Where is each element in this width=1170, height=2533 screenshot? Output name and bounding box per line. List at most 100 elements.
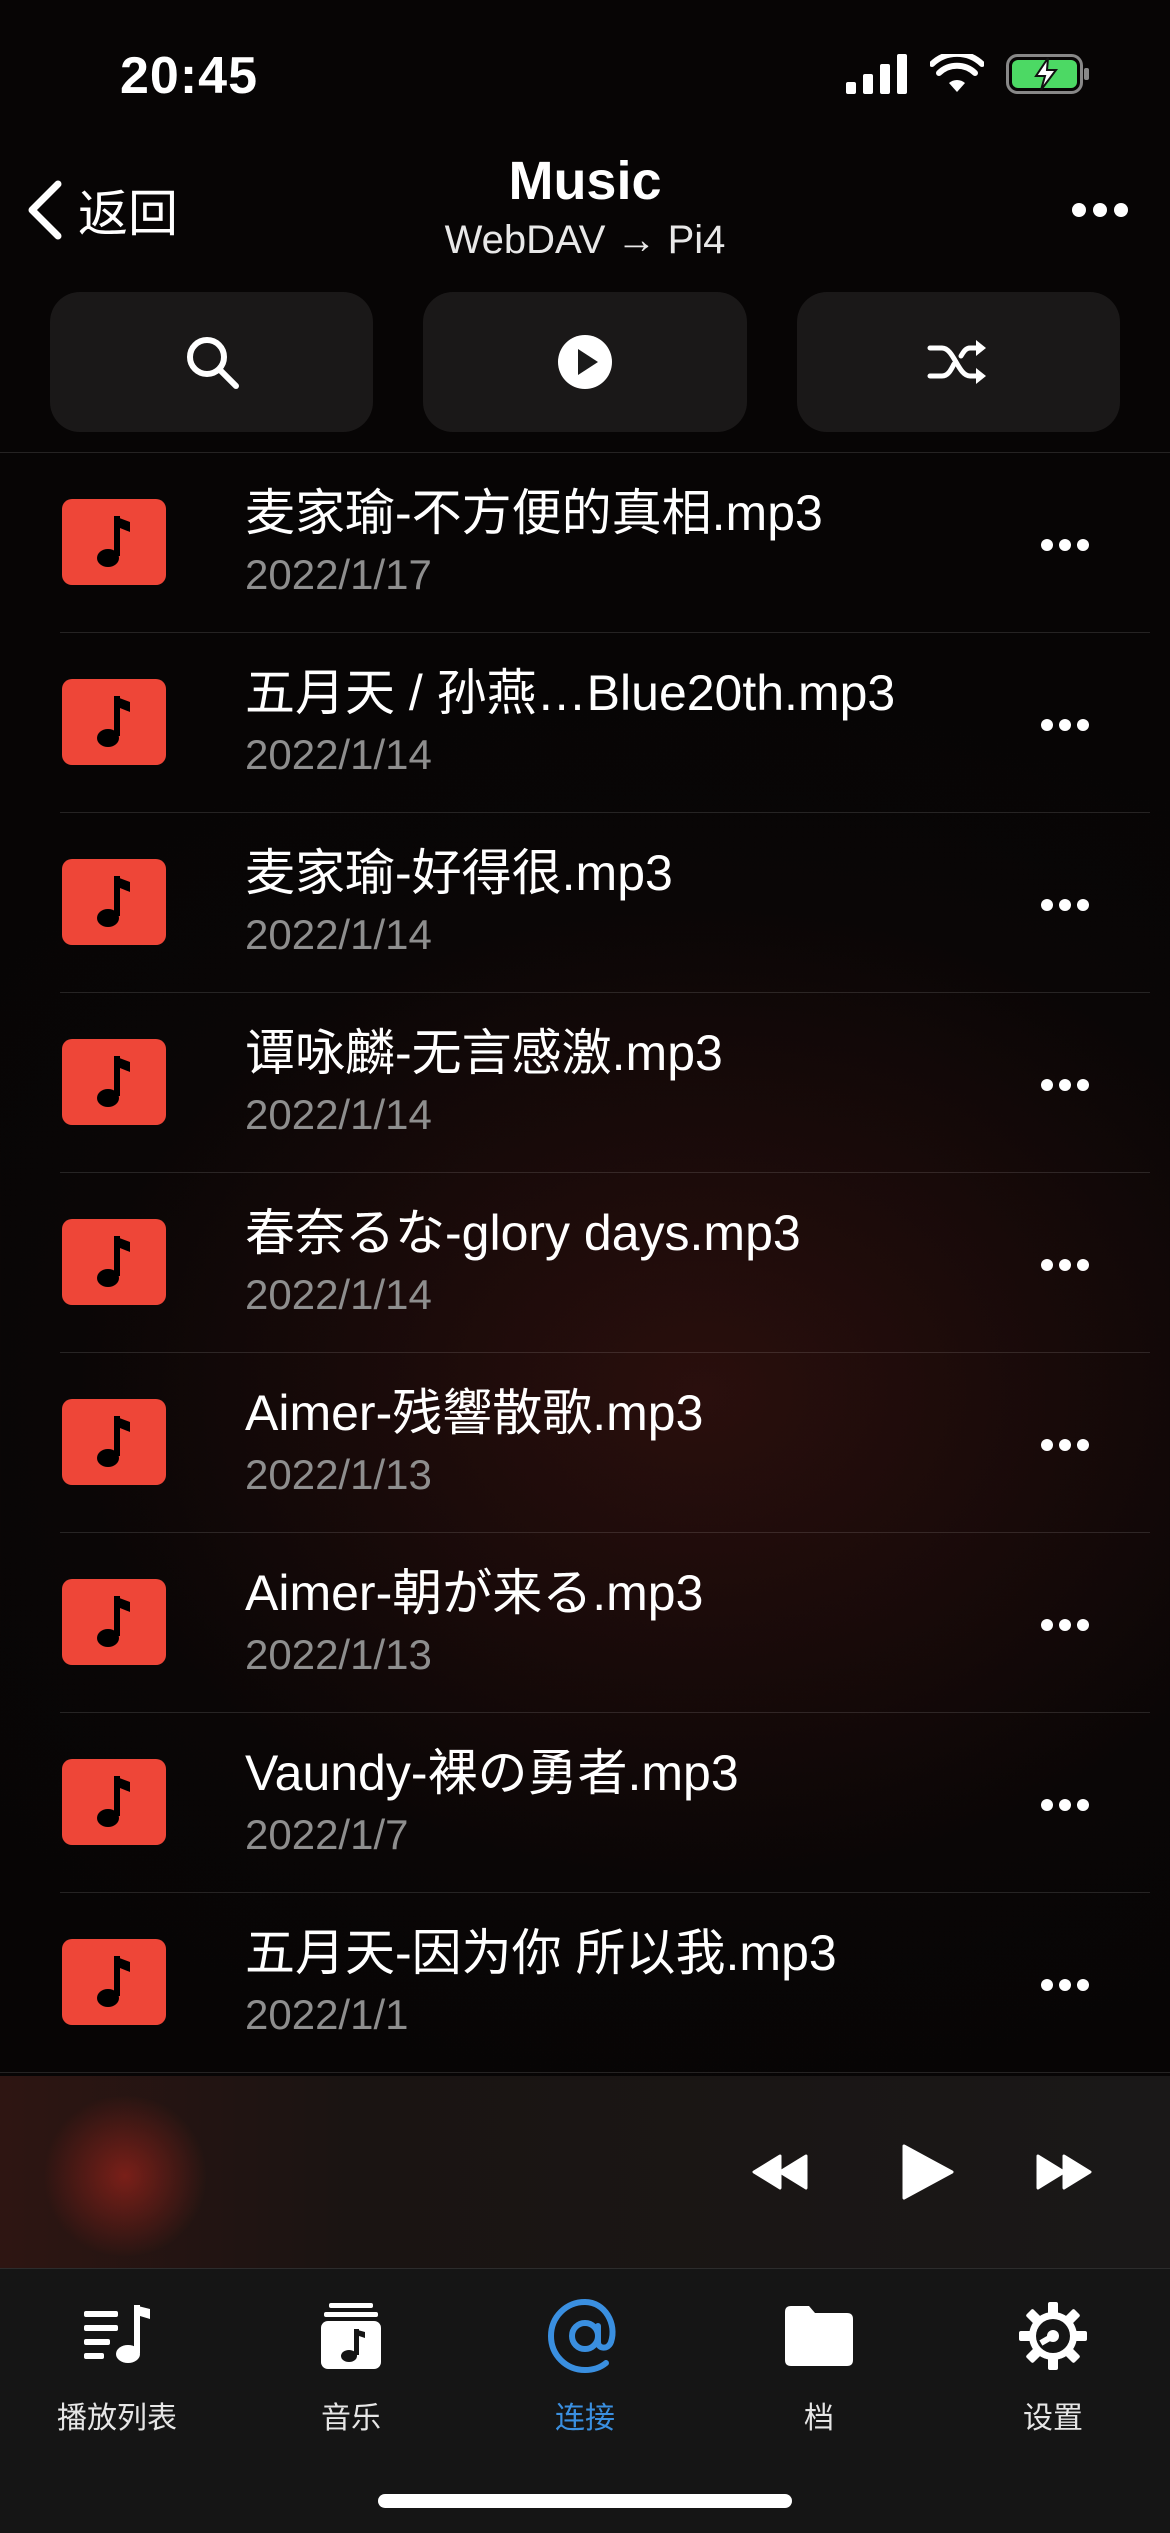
ellipsis-icon — [1041, 1439, 1089, 1451]
music-note-icon — [97, 876, 130, 927]
previous-track-button[interactable] — [752, 2142, 810, 2207]
tab-label: 音乐 — [321, 2402, 381, 2435]
status-icons — [846, 54, 1090, 94]
song-title: 麦家瑜-好得很.mp3 — [245, 845, 673, 901]
tab-playlist[interactable]: 播放列表 — [0, 2291, 234, 2437]
song-row[interactable]: 谭咏麟-无言感激.mp3 2022/1/14 — [0, 993, 1170, 1173]
song-date: 2022/1/13 — [245, 1451, 432, 1498]
song-date: 2022/1/14 — [245, 1271, 432, 1318]
play-circle-icon — [557, 335, 612, 389]
song-more-button[interactable] — [1040, 1065, 1090, 1110]
song-thumbnail — [62, 499, 166, 585]
status-bar: 20:45 — [0, 0, 1170, 150]
folder-icon — [785, 2306, 853, 2366]
song-title: 五月天-因为你 所以我.mp3 — [245, 1925, 837, 1981]
battery-charging-icon — [1006, 54, 1089, 94]
page-title: Music — [508, 151, 662, 211]
ellipsis-icon — [1041, 1259, 1089, 1271]
tab-label: 播放列表 — [57, 2402, 177, 2435]
ellipsis-icon — [1041, 1619, 1089, 1631]
song-thumbnail — [62, 1759, 166, 1845]
ellipsis-icon — [1041, 539, 1089, 551]
status-time: 20:45 — [120, 47, 258, 105]
song-date: 2022/1/14 — [245, 731, 432, 778]
navigation-bar: 返回 Music WebDAV → Pi4 — [0, 150, 1170, 270]
song-more-button[interactable] — [1040, 1605, 1090, 1650]
ellipsis-icon — [1041, 899, 1089, 911]
song-date: 2022/1/1 — [245, 1991, 409, 2038]
song-more-button[interactable] — [1040, 705, 1090, 750]
song-date: 2022/1/14 — [245, 1091, 432, 1138]
song-thumbnail — [62, 1579, 166, 1665]
tab-music[interactable]: 音乐 — [234, 2291, 468, 2437]
song-more-button[interactable] — [1040, 885, 1090, 930]
search-icon — [186, 337, 239, 389]
fast-forward-icon — [1036, 2154, 1092, 2190]
song-row[interactable]: 五月天-因为你 所以我.mp3 2022/1/1 — [0, 1893, 1170, 2073]
next-track-button[interactable] — [1034, 2142, 1092, 2207]
play-button[interactable] — [896, 2142, 956, 2207]
song-date: 2022/1/14 — [245, 911, 432, 958]
song-title: 春奈るな-glory days.mp3 — [245, 1205, 801, 1261]
rewind-icon — [752, 2154, 808, 2190]
song-more-button[interactable] — [1040, 1785, 1090, 1830]
play-icon — [902, 2144, 954, 2200]
ellipsis-icon — [1041, 1799, 1089, 1811]
song-title: 五月天 / 孙燕…Blue20th.mp3 — [245, 665, 896, 721]
song-row[interactable]: 麦家瑜-好得很.mp3 2022/1/14 — [0, 813, 1170, 993]
music-note-icon — [97, 516, 130, 567]
song-thumbnail — [62, 1219, 166, 1305]
gear-icon — [1019, 2302, 1087, 2370]
song-thumbnail — [62, 1039, 166, 1125]
playlist-icon — [84, 2305, 150, 2363]
song-title: Aimer-朝が来る.mp3 — [245, 1565, 704, 1621]
tab-label: 连接 — [555, 2402, 615, 2435]
ellipsis-icon — [1072, 203, 1128, 217]
music-note-icon — [97, 1596, 130, 1647]
song-title: 谭咏麟-无言感激.mp3 — [245, 1025, 723, 1081]
song-thumbnail — [62, 1399, 166, 1485]
song-date: 2022/1/17 — [245, 551, 432, 598]
music-note-icon — [97, 696, 130, 747]
music-note-icon — [97, 1956, 130, 2007]
song-title: 麦家瑜-不方便的真相.mp3 — [245, 485, 823, 541]
tab-label: 档 — [804, 2402, 834, 2435]
song-row[interactable]: 五月天 / 孙燕…Blue20th.mp3 2022/1/14 — [0, 633, 1170, 813]
tab-settings[interactable]: 设置 — [936, 2291, 1170, 2437]
song-row[interactable]: Aimer-朝が来る.mp3 2022/1/13 — [0, 1533, 1170, 1713]
song-list: 麦家瑜-不方便的真相.mp3 2022/1/17 五月天 / 孙燕…Blue20th… — [0, 453, 1170, 2073]
page-subtitle: WebDAV → Pi4 — [444, 218, 726, 262]
song-more-button[interactable] — [1040, 1425, 1090, 1470]
at-icon — [547, 2298, 616, 2374]
more-options-button[interactable] — [1070, 180, 1130, 245]
song-title: Vaundy-裸の勇者.mp3 — [245, 1745, 739, 1801]
song-thumbnail — [62, 1939, 166, 2025]
song-more-button[interactable] — [1040, 1245, 1090, 1290]
play-all-button[interactable] — [423, 292, 747, 432]
wifi-icon — [930, 54, 984, 92]
song-more-button[interactable] — [1040, 1965, 1090, 2010]
music-note-icon — [97, 1236, 130, 1287]
toolbar — [50, 292, 1120, 432]
search-button[interactable] — [50, 292, 374, 432]
mini-player[interactable] — [0, 2076, 1170, 2268]
song-date: 2022/1/7 — [245, 1811, 409, 1858]
tab-connection[interactable]: 连接 — [468, 2291, 702, 2437]
song-row[interactable]: Aimer-残響散歌.mp3 2022/1/13 — [0, 1353, 1170, 1533]
song-title: Aimer-残響散歌.mp3 — [245, 1385, 704, 1441]
song-row[interactable]: Vaundy-裸の勇者.mp3 2022/1/7 — [0, 1713, 1170, 1893]
song-row[interactable]: 春奈るな-glory days.mp3 2022/1/14 — [0, 1173, 1170, 1353]
tab-files[interactable]: 档 — [702, 2291, 936, 2437]
music-note-icon — [97, 1416, 130, 1467]
music-note-icon — [97, 1776, 130, 1827]
tab-label: 设置 — [1023, 2402, 1083, 2435]
ellipsis-icon — [1041, 1979, 1089, 1991]
ellipsis-icon — [1041, 1079, 1089, 1091]
song-more-button[interactable] — [1040, 525, 1090, 570]
album-art-glow — [40, 2096, 210, 2256]
shuffle-icon — [927, 340, 987, 384]
song-row[interactable]: 麦家瑜-不方便的真相.mp3 2022/1/17 — [0, 453, 1170, 633]
home-indicator — [378, 2494, 792, 2508]
shuffle-button[interactable] — [796, 292, 1120, 432]
signal-icon — [846, 54, 907, 94]
